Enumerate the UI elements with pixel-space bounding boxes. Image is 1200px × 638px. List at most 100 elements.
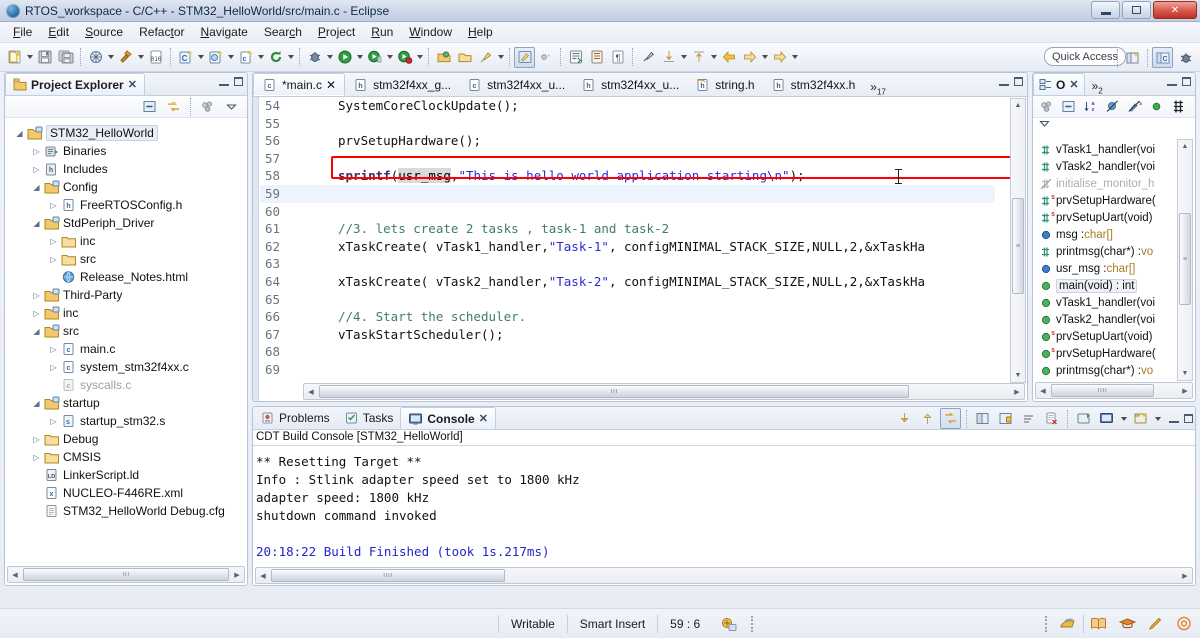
build-hammer-icon[interactable] — [115, 47, 136, 68]
tree-item-src[interactable]: ◢ src — [5, 322, 247, 340]
menu-source[interactable]: Source — [78, 23, 130, 41]
run-icon[interactable] — [334, 47, 355, 68]
focus-on-active-task-icon[interactable] — [197, 96, 218, 117]
code-line[interactable]: 62 xTaskCreate( vTask1_handler,"Task-1", … — [260, 238, 995, 256]
new-c-file-icon[interactable]: c — [235, 47, 256, 68]
expand-arrow-right-icon[interactable]: ▷ — [30, 435, 43, 444]
scroll-lock-down-icon[interactable] — [894, 408, 915, 429]
menu-refactor[interactable]: Refactor — [132, 23, 191, 41]
display-selected-console-icon[interactable] — [972, 408, 993, 429]
tree-item-src[interactable]: ▷ src — [5, 250, 247, 268]
maximize-view-icon[interactable] — [1184, 414, 1193, 423]
editor-tab-string-h[interactable]: h string.h — [687, 73, 762, 96]
scroll-thumb[interactable]: ııı — [319, 385, 910, 398]
editor-tab-stm32f4xx-u-[interactable]: c stm32f4xx_u... — [459, 73, 573, 96]
scroll-up-arrow[interactable]: ▲ — [1182, 140, 1189, 153]
console-options-dropdown-caret[interactable] — [1153, 408, 1162, 429]
focus-active-task-icon[interactable] — [1036, 96, 1057, 117]
pin-editor-icon[interactable] — [637, 47, 658, 68]
tree-item-includes[interactable]: ▷ h Includes — [5, 160, 247, 178]
close-icon[interactable]: ✕ — [479, 412, 488, 425]
menu-window[interactable]: Window — [402, 23, 459, 41]
outline-item[interactable]: initialise_monitor_h — [1036, 175, 1176, 192]
forward-icon[interactable] — [739, 47, 760, 68]
menu-search[interactable]: Search — [257, 23, 309, 41]
restore-button[interactable] — [1122, 1, 1151, 19]
last-edit-location-icon[interactable] — [769, 47, 790, 68]
open-perspective-icon[interactable] — [1122, 47, 1143, 68]
console-tab-problems[interactable]: Problems — [253, 407, 337, 429]
close-icon[interactable]: ✕ — [128, 78, 137, 91]
new-c-file-dropdown-caret[interactable] — [256, 47, 265, 68]
editor-tab-overflow[interactable]: »17 — [863, 80, 893, 96]
toggle-mark-occurrences-icon[interactable] — [514, 46, 535, 68]
new-wizard-dropdown-caret[interactable] — [25, 47, 34, 68]
view-menu-icon[interactable] — [221, 96, 242, 117]
cpp-perspective-icon[interactable]: C — [1152, 47, 1173, 68]
tree-item-config[interactable]: ◢ Config — [5, 178, 247, 196]
editor-tab--main-c[interactable]: c *main.c ✕ — [253, 73, 346, 96]
menu-file[interactable]: File — [6, 23, 39, 41]
scroll-left-arrow[interactable]: ◀ — [8, 571, 22, 579]
scroll-thumb[interactable]: ııı — [23, 568, 229, 581]
expand-arrow-right-icon[interactable]: ▷ — [30, 453, 43, 462]
code-line[interactable]: 54 SystemCoreClockUpdate(); — [260, 97, 995, 115]
expand-arrow-right-icon[interactable]: ▷ — [30, 147, 43, 156]
build-status-icon[interactable] — [712, 613, 746, 635]
console-hscrollbar[interactable]: ◀ ıııı ▶ — [255, 567, 1193, 584]
run-external-dropdown-caret[interactable] — [385, 47, 394, 68]
next-annotation-icon[interactable] — [658, 47, 679, 68]
toggle-build-icon[interactable]: 010 — [145, 47, 166, 68]
console-options-icon[interactable] — [1130, 408, 1151, 429]
open-element-icon[interactable] — [565, 47, 586, 68]
code-line[interactable]: 59 — [260, 184, 995, 203]
new-c-project-icon[interactable]: C — [175, 47, 196, 68]
code-line[interactable]: 58 sprintf(usr_msg,"This is hello world a… — [260, 167, 995, 185]
quick-access-input[interactable]: Quick Access — [1044, 47, 1126, 66]
expand-arrow-right-icon[interactable]: ▷ — [47, 201, 60, 210]
tree-item-binaries[interactable]: ▷ Binaries — [5, 142, 247, 160]
expand-arrow-down-icon[interactable]: ◢ — [30, 219, 43, 228]
link-with-editor-icon[interactable] — [163, 96, 184, 117]
next-annotation-dropdown-caret[interactable] — [679, 47, 688, 68]
code-line[interactable]: 63 — [260, 255, 995, 273]
hide-fields-icon[interactable] — [1102, 96, 1123, 117]
outline-item[interactable]: s prvSetupHardware( — [1036, 345, 1176, 362]
tree-item-system-stm32f4xx-c[interactable]: ▷ c system_stm32f4xx.c — [5, 358, 247, 376]
close-button[interactable]: ✕ — [1153, 1, 1197, 19]
expand-arrow-right-icon[interactable]: ▷ — [47, 237, 60, 246]
outline-item[interactable]: vTask1_handler(voi — [1036, 141, 1176, 158]
tree-item-stdperiph-driver[interactable]: ◢ StdPeriph_Driver — [5, 214, 247, 232]
expand-arrow-right-icon[interactable]: ▷ — [47, 363, 60, 372]
previous-annotation-icon[interactable] — [688, 47, 709, 68]
scroll-right-arrow[interactable]: ▶ — [1010, 388, 1024, 396]
expand-arrow-right-icon[interactable]: ▷ — [30, 291, 43, 300]
scroll-up-arrow[interactable]: ▲ — [1015, 99, 1022, 112]
open-console-icon[interactable] — [1096, 408, 1117, 429]
menu-edit[interactable]: Edit — [41, 23, 76, 41]
outline-overflow-indicator[interactable]: »2 — [1085, 76, 1110, 95]
outline-item[interactable]: vTask2_handler(voi — [1036, 311, 1176, 328]
menu-navigate[interactable]: Navigate — [193, 23, 254, 41]
editor-tab-stm32f4xx-h[interactable]: h stm32f4xx.h — [763, 73, 864, 96]
tree-item-stm32-helloworld-debug-cfg[interactable]: STM32_HelloWorld Debug.cfg — [5, 502, 247, 520]
debug-icon[interactable] — [304, 47, 325, 68]
maximize-view-icon[interactable] — [1014, 77, 1023, 86]
expand-arrow-down-icon[interactable]: ◢ — [30, 183, 43, 192]
editor-vscrollbar[interactable]: ▲ ≡ ▼ — [1010, 98, 1026, 383]
menu-run[interactable]: Run — [364, 23, 400, 41]
editor-body[interactable]: 54 SystemCoreClockUpdate(); 55 56 prvSetupHa… — [253, 97, 1027, 401]
console-output[interactable]: ** Resetting Target ** Info : Stlink adap… — [253, 448, 1195, 567]
scroll-left-arrow[interactable]: ◀ — [256, 572, 270, 580]
scroll-thumb[interactable]: ıııı — [271, 569, 505, 582]
code-line[interactable]: 65 — [260, 291, 995, 309]
target-icon[interactable] — [1170, 613, 1200, 635]
scroll-lock-up-icon[interactable] — [917, 408, 938, 429]
collapse-all-icon[interactable] — [1058, 96, 1079, 117]
refresh-dropdown-caret[interactable] — [286, 47, 295, 68]
build-all-dropdown-caret[interactable] — [106, 47, 115, 68]
save-all-icon[interactable] — [55, 47, 76, 68]
code-line[interactable]: 56 prvSetupHardware(); — [260, 132, 995, 150]
last-edit-dropdown-caret[interactable] — [790, 47, 799, 68]
tree-item-inc[interactable]: ▷ inc — [5, 232, 247, 250]
